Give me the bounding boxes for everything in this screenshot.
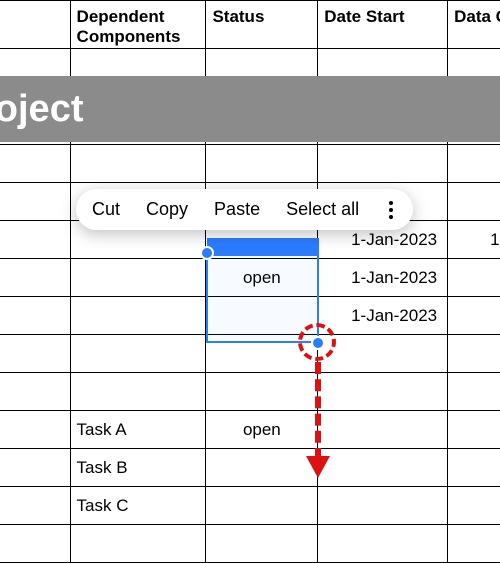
cell-dstart-r6[interactable]: 1-Jan-2023 (318, 297, 448, 335)
annotation-ring-icon (298, 323, 336, 361)
ctx-select-all[interactable]: Select all (286, 199, 359, 220)
ctx-copy[interactable]: Copy (146, 199, 188, 220)
cell-dep-r11[interactable]: Task C (70, 487, 206, 525)
project-banner: roject (0, 76, 500, 142)
header-status[interactable]: Status (206, 1, 318, 49)
annotation-arrow-head-icon (306, 456, 330, 478)
header-data-comp[interactable]: Data C (448, 1, 500, 49)
cell-dep-r10[interactable]: Task B (70, 449, 206, 487)
ctx-cut[interactable]: Cut (92, 199, 120, 220)
annotation-arrow-line (315, 362, 321, 460)
cell-dstart-r5[interactable]: 1-Jan-2023 (318, 259, 448, 297)
selected-cell-highlight (207, 238, 319, 256)
ctx-paste[interactable]: Paste (214, 199, 260, 220)
header-task[interactable]: sk (0, 1, 70, 49)
more-icon[interactable] (385, 201, 397, 219)
cell-dep-r9[interactable]: Task A (70, 411, 206, 449)
cell-dcomp-r4[interactable]: 10 (448, 221, 500, 259)
selection-handle-top[interactable] (200, 246, 214, 260)
header-dependent[interactable]: Dependent Components (70, 1, 206, 49)
cell-status-r5[interactable]: open (206, 259, 318, 297)
context-menu: Cut Copy Paste Select all (76, 189, 413, 230)
header-date-start[interactable]: Date Start (318, 1, 448, 49)
cell-status-r9[interactable]: open (206, 411, 318, 449)
